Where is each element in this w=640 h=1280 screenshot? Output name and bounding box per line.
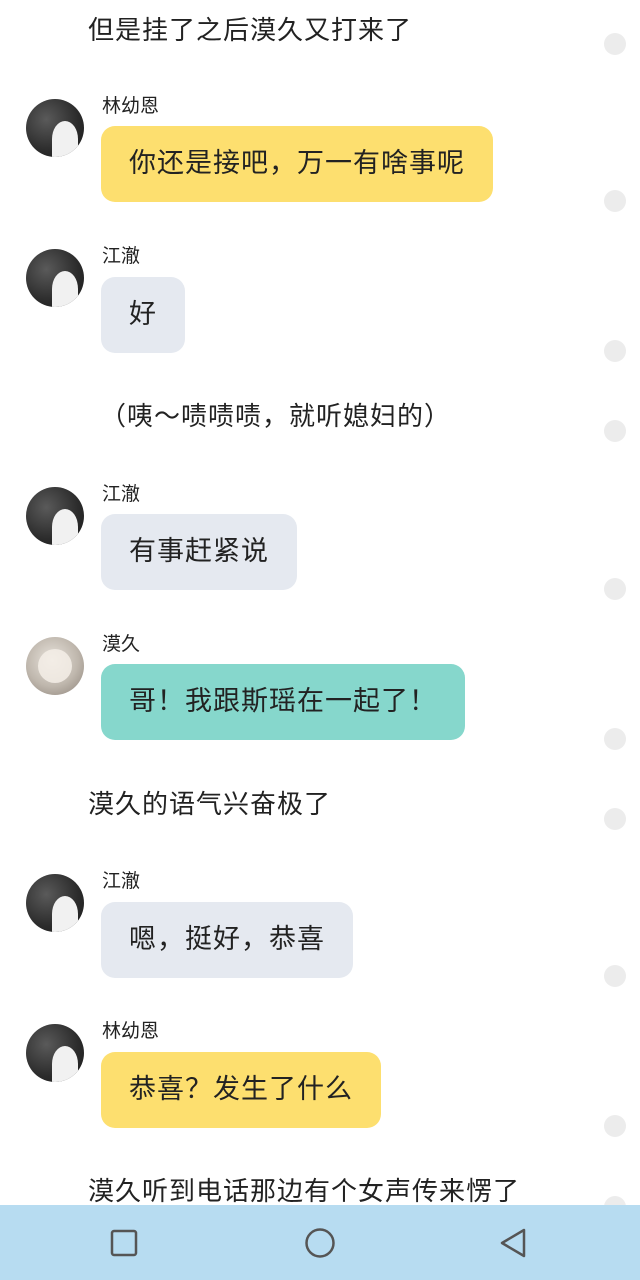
scroll-dot — [604, 1196, 626, 1205]
scroll-dot — [604, 33, 626, 55]
sender-name: 江澈 — [102, 245, 141, 267]
message-bubble: 恭喜？发生了什么 — [101, 1052, 381, 1128]
scroll-dot — [604, 190, 626, 212]
message-bubble: 有事赶紧说 — [101, 514, 297, 590]
message-bubble: 好 — [101, 277, 185, 353]
scroll-dot — [604, 965, 626, 987]
chat-story-screen: 但是挂了之后漠久又打来了 林幼恩 你还是接吧，万一有啥事呢 江澈 好 （咦～啧啧… — [0, 0, 640, 1205]
message-bubble: 哥！我跟斯瑶在一起了！ — [101, 664, 465, 740]
scroll-dot — [604, 578, 626, 600]
scroll-dot — [604, 808, 626, 830]
avatar-lin — [26, 1024, 84, 1082]
scroll-dot — [604, 340, 626, 362]
message-bubble: 嗯，挺好，恭喜 — [101, 902, 353, 978]
scroll-dot — [604, 728, 626, 750]
avatar-jiang — [26, 487, 84, 545]
scroll-dot — [604, 1115, 626, 1137]
home-circle-icon — [305, 1227, 335, 1258]
recent-apps-button[interactable] — [84, 1205, 164, 1280]
avatar-jiang — [26, 874, 84, 932]
sender-name: 漠久 — [102, 633, 141, 655]
sender-name: 江澈 — [102, 870, 141, 892]
narration-text: （咦～啧啧啧，就听媳妇的） — [100, 402, 452, 432]
home-button[interactable] — [280, 1205, 360, 1280]
narration-text: 漠久听到电话那边有个女声传来愣了 — [88, 1177, 521, 1205]
back-button[interactable] — [473, 1205, 553, 1280]
scroll-dot — [604, 420, 626, 442]
narration-text: 但是挂了之后漠久又打来了 — [88, 16, 413, 46]
avatar-mo — [26, 637, 84, 695]
avatar-jiang — [26, 249, 84, 307]
back-triangle-icon — [500, 1228, 526, 1257]
sender-name: 林幼恩 — [102, 95, 160, 117]
sender-name: 林幼恩 — [102, 1020, 160, 1042]
recent-apps-square-icon — [110, 1229, 138, 1256]
narration-text: 漠久的语气兴奋极了 — [88, 790, 332, 820]
sender-name: 江澈 — [102, 483, 141, 505]
system-navigation-bar — [0, 1205, 640, 1280]
message-bubble: 你还是接吧，万一有啥事呢 — [101, 126, 493, 202]
avatar-lin — [26, 99, 84, 157]
